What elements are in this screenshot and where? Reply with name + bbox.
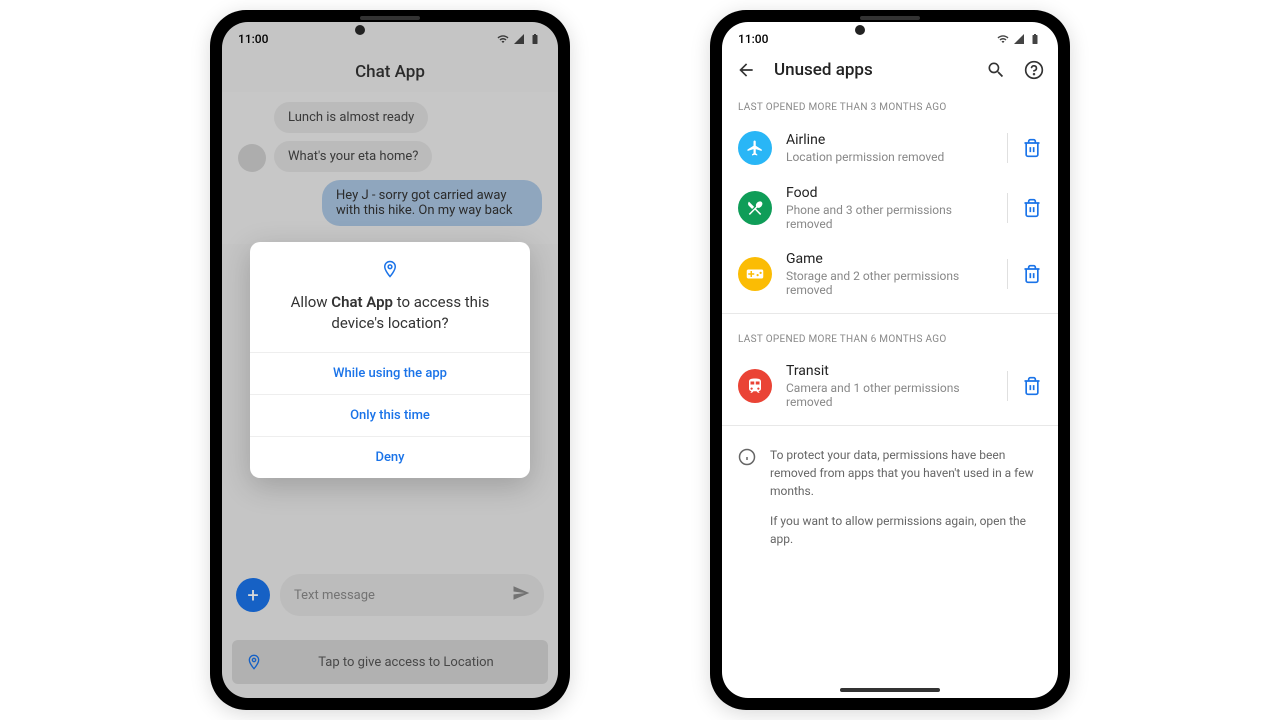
divider <box>1007 193 1008 223</box>
divider <box>722 425 1058 426</box>
app-subtitle: Storage and 2 other permissions removed <box>786 269 993 297</box>
screen-settings: 11:00 Unused apps LAST OPENED MORE THAN … <box>722 22 1058 698</box>
phone-mockup-settings: 11:00 Unused apps LAST OPENED MORE THAN … <box>710 10 1070 710</box>
app-subtitle: Camera and 1 other permissions removed <box>786 381 993 409</box>
list-item-text: Game Storage and 2 other permissions rem… <box>786 251 993 297</box>
screen-chat: 11:00 Chat App Lunch is almost ready Wha… <box>222 22 558 698</box>
nav-pill[interactable] <box>840 688 940 692</box>
location-pin-icon <box>270 260 510 282</box>
permission-dialog-overlay: Allow Chat App to access this device's l… <box>222 22 558 698</box>
phone-mockup-chat: 11:00 Chat App Lunch is almost ready Wha… <box>210 10 570 710</box>
battery-icon <box>1028 33 1042 45</box>
info-block: To protect your data, permissions have b… <box>722 432 1058 562</box>
cell-signal-icon <box>1012 33 1026 45</box>
app-bar: Unused apps <box>722 52 1058 88</box>
list-item[interactable]: Food Phone and 3 other permissions remov… <box>722 175 1058 241</box>
list-item-text: Food Phone and 3 other permissions remov… <box>786 185 993 231</box>
status-bar: 11:00 <box>722 22 1058 52</box>
delete-button[interactable] <box>1022 138 1042 158</box>
dialog-option-deny[interactable]: Deny <box>250 436 530 478</box>
section-header-6months: LAST OPENED MORE THAN 6 MONTHS AGO <box>722 320 1058 353</box>
delete-button[interactable] <box>1022 264 1042 284</box>
dialog-option-only-this-time[interactable]: Only this time <box>250 394 530 436</box>
status-icons <box>996 33 1042 45</box>
app-name: Airline <box>786 132 993 148</box>
app-name: Game <box>786 251 993 267</box>
divider <box>1007 133 1008 163</box>
dialog-option-while-using[interactable]: While using the app <box>250 352 530 394</box>
section-header-3months: LAST OPENED MORE THAN 3 MONTHS AGO <box>722 88 1058 121</box>
dialog-header: Allow Chat App to access this device's l… <box>250 242 530 352</box>
list-item[interactable]: Transit Camera and 1 other permissions r… <box>722 353 1058 419</box>
delete-button[interactable] <box>1022 376 1042 396</box>
permission-dialog: Allow Chat App to access this device's l… <box>250 242 530 478</box>
help-icon[interactable] <box>1024 60 1044 80</box>
back-button[interactable] <box>736 60 756 80</box>
app-name: Transit <box>786 363 993 379</box>
info-text: To protect your data, permissions have b… <box>770 446 1042 548</box>
page-title: Unused apps <box>774 60 968 80</box>
list-item-text: Transit Camera and 1 other permissions r… <box>786 363 993 409</box>
dialog-title: Allow Chat App to access this device's l… <box>270 292 510 334</box>
food-icon <box>738 191 772 225</box>
game-icon <box>738 257 772 291</box>
app-subtitle: Location permission removed <box>786 150 993 164</box>
app-subtitle: Phone and 3 other permissions removed <box>786 203 993 231</box>
search-icon[interactable] <box>986 60 1006 80</box>
app-name: Food <box>786 185 993 201</box>
list-item[interactable]: Game Storage and 2 other permissions rem… <box>722 241 1058 307</box>
info-icon <box>738 448 756 466</box>
list-item[interactable]: Airline Location permission removed <box>722 121 1058 175</box>
divider <box>722 313 1058 314</box>
list-item-text: Airline Location permission removed <box>786 132 993 164</box>
transit-icon <box>738 369 772 403</box>
airline-icon <box>738 131 772 165</box>
divider <box>1007 259 1008 289</box>
divider <box>1007 371 1008 401</box>
wifi-icon <box>996 33 1010 45</box>
delete-button[interactable] <box>1022 198 1042 218</box>
status-time: 11:00 <box>738 32 768 46</box>
